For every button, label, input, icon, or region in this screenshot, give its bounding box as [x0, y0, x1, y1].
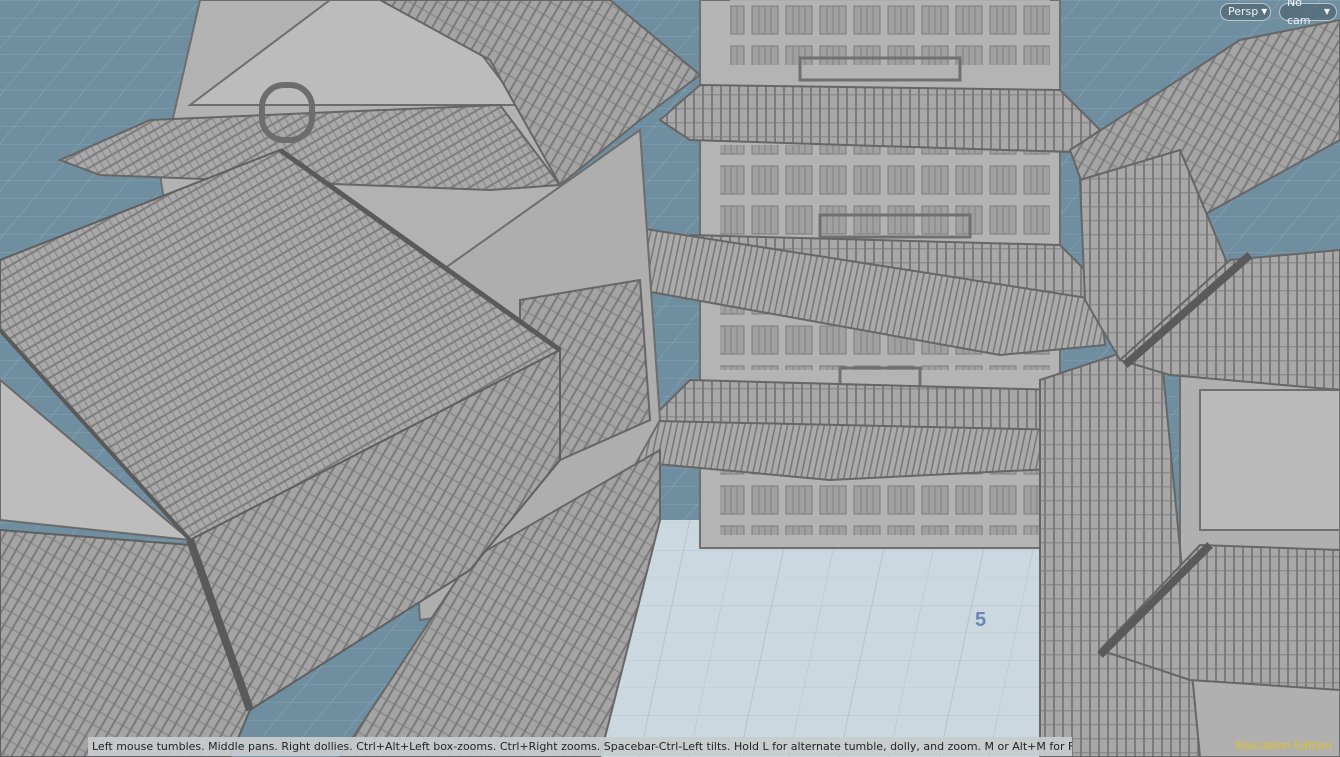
projection-menu[interactable]: Persp ▼ [1220, 3, 1271, 21]
grid-number-label: 5 [975, 609, 986, 631]
edition-label: Education Edition [1235, 739, 1332, 752]
chevron-down-icon: ▼ [1323, 7, 1330, 16]
camera-menu-label: No cam [1287, 0, 1311, 27]
camera-menu[interactable]: No cam ▼ [1279, 0, 1337, 27]
scene-render[interactable]: 5 [0, 0, 1340, 757]
navigation-hint-bar: Left mouse tumbles. Middle pans. Right d… [88, 737, 1072, 756]
3d-viewport[interactable]: 5 Persp ▼ No cam ▼ Left mouse tumbles. M… [0, 0, 1340, 757]
projection-menu-label: Persp [1228, 5, 1259, 18]
chevron-down-icon: ▼ [1261, 7, 1268, 16]
